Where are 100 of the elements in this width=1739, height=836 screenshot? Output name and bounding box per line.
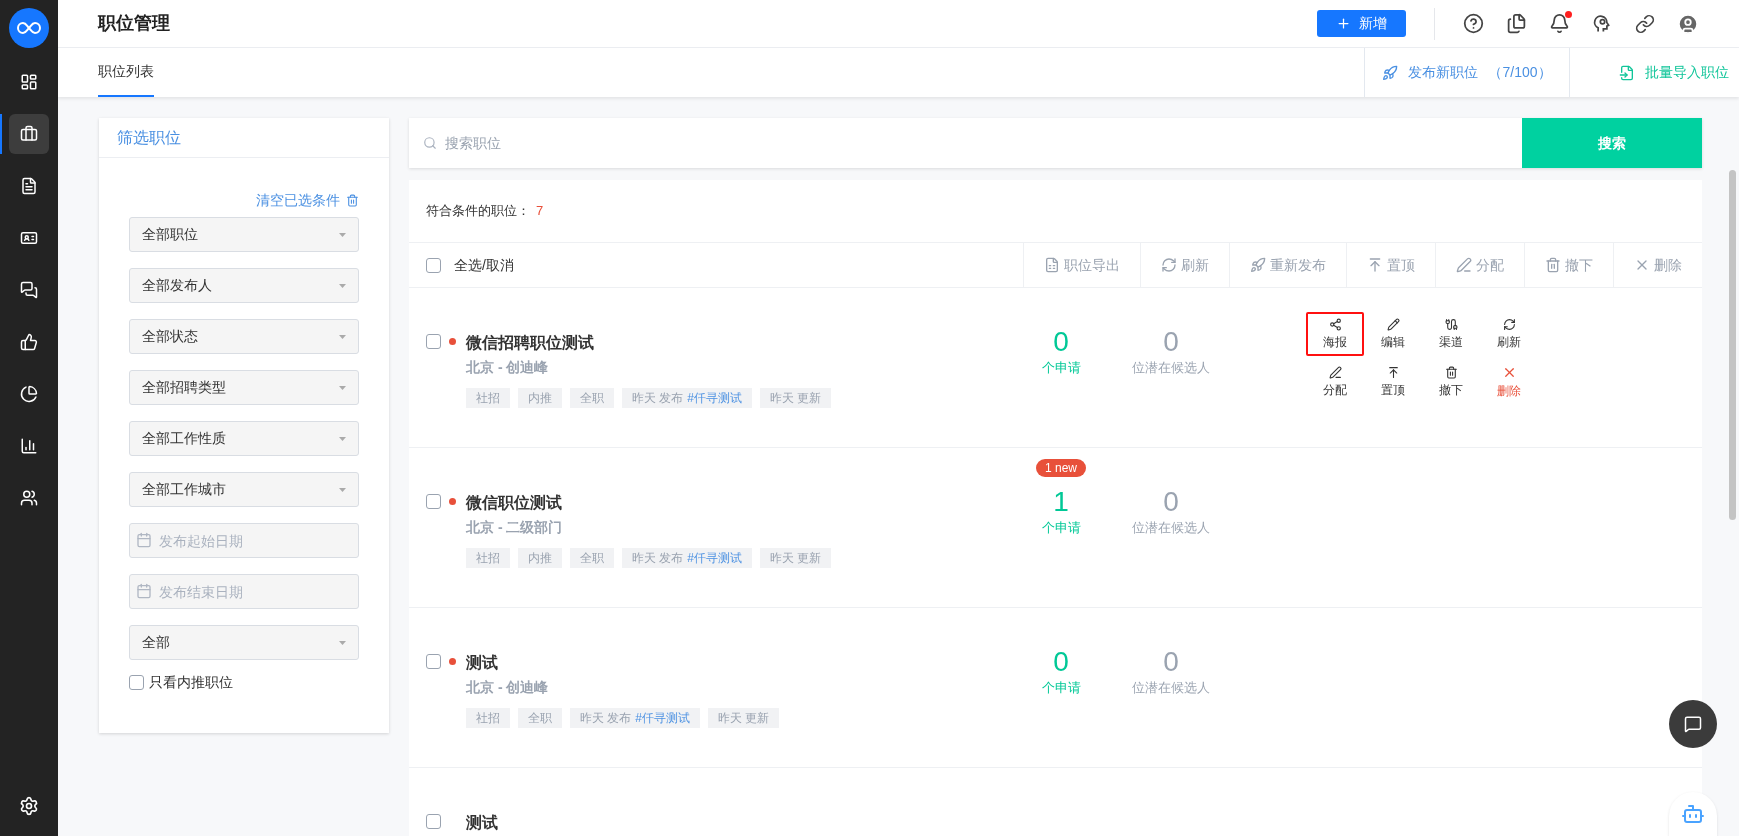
row-action-button[interactable]: 分配 [1306, 360, 1364, 404]
job-tag: 昨天 发布 #仟寻测试 [622, 388, 753, 408]
select-field[interactable]: 全部发布人 [129, 268, 359, 303]
job-tag: 全职 [518, 708, 562, 728]
trash-icon [1444, 365, 1458, 379]
tab[interactable]: 职位列表 [98, 48, 154, 97]
page-title: 职位管理 [98, 12, 170, 35]
caret-icon [339, 283, 346, 288]
job-location: 北京 - 创迪峰 [466, 678, 550, 697]
job-title[interactable]: 微信职位测试 [466, 492, 832, 514]
pen-icon [1328, 365, 1342, 379]
refresh-icon [1502, 317, 1516, 331]
checkbox[interactable] [426, 494, 441, 509]
job-title[interactable]: 微信招聘职位测试 [466, 332, 832, 354]
job-title[interactable]: 测试 [466, 812, 498, 834]
users-icon [20, 489, 38, 507]
id-card-icon [20, 229, 38, 247]
plus-icon [1336, 16, 1351, 31]
caret-icon [339, 487, 346, 492]
dashboard-icon [20, 73, 38, 91]
nav-item[interactable] [9, 114, 49, 154]
checkbox[interactable] [426, 814, 441, 829]
candidate-label: 位潜在候选人 [1132, 679, 1210, 697]
job-tag: 全职 [570, 388, 614, 408]
thumbs-up-icon [20, 333, 38, 351]
arrow-up-icon [1367, 257, 1383, 273]
row-action-button[interactable]: 编辑 [1364, 312, 1422, 356]
results-count: 7 [536, 202, 544, 221]
select-field[interactable]: 全部工作城市 [129, 472, 359, 507]
chat-button[interactable] [1669, 700, 1717, 748]
chat-icon [1684, 715, 1702, 733]
row-action-button[interactable]: 撤下 [1422, 360, 1480, 404]
application-label: 个申请 [1041, 679, 1081, 697]
row-action-button[interactable]: 渠道 [1422, 312, 1480, 356]
job-title[interactable]: 测试 [466, 652, 780, 674]
assistant-button[interactable] [1669, 792, 1717, 836]
head-icon[interactable] [1592, 13, 1613, 34]
candidate-label: 位潜在候选人 [1132, 519, 1210, 537]
search-field[interactable]: 搜索职位 [409, 118, 1522, 168]
document-icon [20, 177, 38, 195]
job-tag: 内推 [518, 388, 562, 408]
share-icon [1328, 317, 1342, 331]
checkbox[interactable] [426, 654, 441, 669]
pencil-icon [1386, 317, 1400, 331]
job-tag: 社招 [466, 388, 510, 408]
spreadsheet-icon [1044, 257, 1060, 273]
select-field[interactable]: 全部职位 [129, 217, 359, 252]
job-tag: 昨天 更新 [708, 708, 780, 728]
select-field[interactable]: 全部 [129, 625, 359, 660]
job-tag: 昨天 发布 #仟寻测试 [622, 548, 753, 568]
candidate-label: 位潜在候选人 [1132, 359, 1210, 377]
pen-icon [1456, 257, 1472, 273]
application-label: 个申请 [1041, 519, 1081, 537]
job-tag: 社招 [466, 708, 510, 728]
rocket-icon [1250, 257, 1266, 273]
row-action-button[interactable]: 海报 [1306, 312, 1364, 356]
bell-icon[interactable] [1549, 13, 1570, 34]
job-location: 北京 - 二级部门 [466, 518, 564, 537]
row-action-button[interactable]: 刷新 [1480, 312, 1538, 356]
select-field[interactable]: 全部工作性质 [129, 421, 359, 456]
plug-icon [1444, 317, 1458, 331]
user-avatar-icon[interactable] [1677, 12, 1699, 35]
select-all-label: 全选/取消 [454, 255, 514, 275]
application-label: 个申请 [1041, 359, 1081, 377]
link-icon[interactable] [1635, 13, 1655, 34]
row-action-button[interactable]: 置顶 [1364, 360, 1422, 404]
scrollbar-thumb[interactable] [1729, 170, 1736, 520]
checkbox[interactable] [426, 334, 441, 349]
job-tag: 社招 [466, 548, 510, 568]
checkbox[interactable] [129, 675, 144, 690]
results-label: 符合条件的职位： [426, 202, 530, 221]
documents-icon[interactable] [1506, 13, 1527, 34]
job-tag: 内推 [518, 548, 562, 568]
date-field[interactable]: 发布起始日期 [129, 523, 359, 558]
settings-icon[interactable] [19, 796, 39, 816]
search-icon [423, 136, 437, 150]
briefcase-icon [20, 125, 38, 143]
new-button[interactable]: 新增 [1317, 10, 1406, 37]
caret-icon [339, 640, 346, 645]
logo-icon[interactable] [9, 8, 49, 48]
trash-icon [346, 194, 359, 207]
checkbox-label: 只看内推职位 [149, 673, 233, 692]
row-action-button[interactable]: 删除 [1480, 360, 1538, 404]
robot-icon [1681, 802, 1705, 826]
chat-bubbles-icon [20, 281, 38, 299]
select-field[interactable]: 全部状态 [129, 319, 359, 354]
caret-icon [339, 232, 346, 237]
publish-job-button[interactable]: 发布新职位 （7/100） [1364, 48, 1569, 97]
panel-title: 筛选职位 [117, 127, 181, 148]
bar-chart-icon [20, 437, 38, 455]
help-icon[interactable] [1463, 13, 1484, 34]
checkbox[interactable] [426, 257, 441, 273]
clear-filters-link[interactable]: 清空已选条件 [256, 190, 359, 211]
date-field[interactable]: 发布结束日期 [129, 574, 359, 609]
select-field[interactable]: 全部招聘类型 [129, 370, 359, 405]
calendar-icon [136, 532, 152, 548]
calendar-icon [136, 583, 152, 599]
caret-icon [339, 385, 346, 390]
trash-icon [1545, 257, 1561, 273]
rocket-icon [1382, 64, 1399, 81]
